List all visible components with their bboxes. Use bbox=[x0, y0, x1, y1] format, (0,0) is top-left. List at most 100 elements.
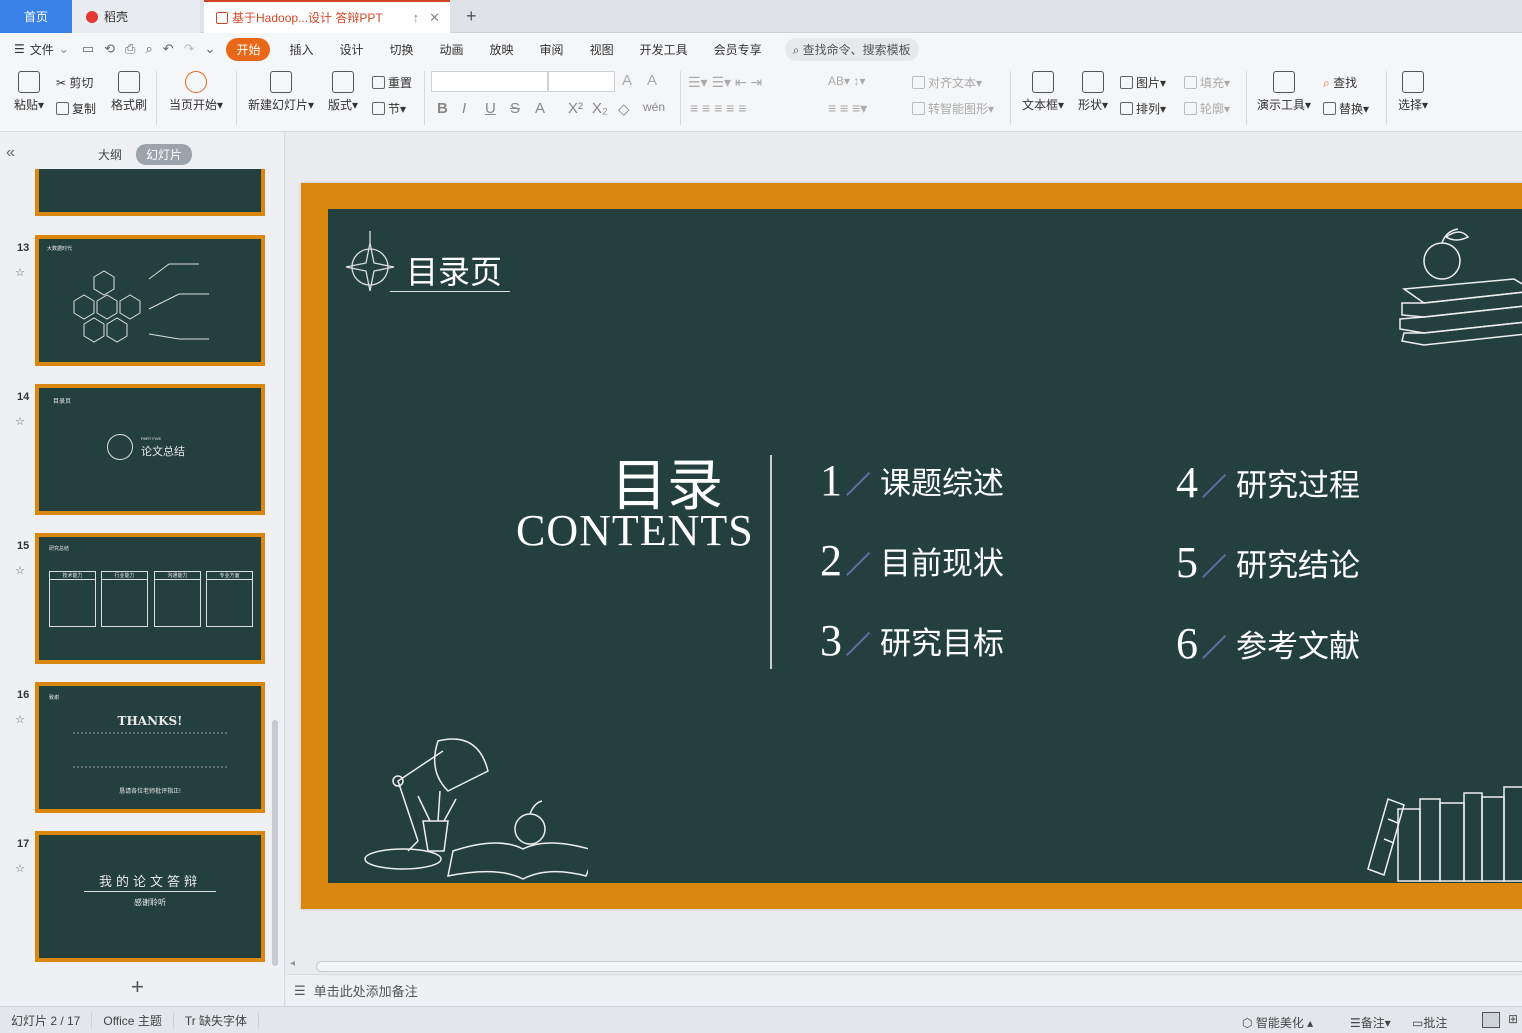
present-tools-button[interactable]: 演示工具▾ bbox=[1255, 71, 1313, 113]
close-icon[interactable]: ✕ bbox=[429, 10, 440, 26]
smart-shape-button[interactable]: 转智能图形▾ bbox=[912, 100, 994, 117]
subscript-icon[interactable]: X₂ bbox=[592, 100, 608, 117]
beautify-button[interactable]: ⬡ 智能美化 ▴ bbox=[1242, 1014, 1313, 1031]
shape-button[interactable]: 形状▾ bbox=[1076, 71, 1110, 113]
slide-thumbnail-12[interactable] bbox=[35, 169, 265, 216]
tab-home[interactable]: 首页 bbox=[0, 0, 72, 33]
pin-icon[interactable]: ↑ bbox=[413, 10, 420, 26]
horizontal-scroll-thumb[interactable] bbox=[316, 961, 1522, 972]
search-icon: ⌕ bbox=[792, 42, 803, 57]
notes-area[interactable]: ☰ 单击此处添加备注 bbox=[286, 974, 1522, 1006]
toc-item[interactable]: 1 课题综述 bbox=[820, 455, 1004, 506]
thumb-column-title: 行业能力 bbox=[102, 572, 147, 580]
thumbnail-board: 大数据时代 bbox=[39, 239, 261, 362]
outline-button[interactable]: 轮廓▾ bbox=[1184, 100, 1230, 117]
font-grow-icon[interactable]: A bbox=[622, 72, 632, 89]
preview-icon[interactable]: ⌕ bbox=[140, 41, 157, 57]
toc-item[interactable]: 4 研究过程 bbox=[1176, 457, 1360, 508]
italic-icon[interactable]: I bbox=[462, 100, 466, 117]
menu-item-view[interactable]: 视图 bbox=[577, 41, 627, 58]
menu-item-transition[interactable]: 切换 bbox=[377, 41, 427, 58]
underline-icon[interactable]: U bbox=[485, 100, 496, 117]
replace-button[interactable]: 替换▾ bbox=[1323, 100, 1369, 117]
add-slide-button[interactable]: + bbox=[131, 974, 144, 1000]
menu-item-animation[interactable]: 动画 bbox=[427, 41, 477, 58]
align-icons[interactable]: ≡ ≡ ≡ ≡ ≡ bbox=[690, 100, 746, 116]
theme-name[interactable]: Office 主题 bbox=[92, 1011, 174, 1029]
reset-button[interactable]: 重置 bbox=[372, 74, 412, 91]
layout-button[interactable]: 版式▾ bbox=[326, 71, 360, 113]
toc-item[interactable]: 6 参考文献 bbox=[1176, 618, 1360, 669]
tab-outline[interactable]: 大纲 bbox=[98, 146, 122, 163]
slide-thumbnail-14[interactable]: 目录页 PART FIVE 论文总结 bbox=[35, 384, 265, 515]
slide[interactable]: 目录页 目录 CONTENTS 1 课题综述 2 目前现状 3 研究目标 4 研… bbox=[301, 183, 1522, 909]
toc-number: 3 bbox=[820, 615, 880, 666]
thumb-column: 沟通能力 bbox=[154, 571, 201, 627]
comments-button[interactable]: ▭批注 bbox=[1412, 1014, 1447, 1031]
paste-button[interactable]: 粘贴▾ bbox=[12, 71, 46, 113]
format-painter-button[interactable]: 格式刷 bbox=[110, 71, 148, 113]
save-icon[interactable]: ▭ bbox=[77, 41, 99, 57]
command-search[interactable]: ⌕ 查找命令、搜索模板 bbox=[784, 37, 919, 61]
eraser-icon[interactable]: ◇ bbox=[618, 100, 630, 118]
share-icon[interactable]: ⟲ bbox=[99, 41, 120, 57]
toc-item[interactable]: 5 研究结论 bbox=[1176, 537, 1360, 588]
menu-item-start[interactable]: 开始 bbox=[226, 37, 271, 61]
tab-slides[interactable]: 幻灯片 bbox=[136, 144, 193, 165]
tab-docer[interactable]: 稻壳 bbox=[72, 0, 200, 33]
redo-icon[interactable]: ↷ bbox=[179, 41, 200, 57]
notes-toggle-icon: ☰ bbox=[1350, 1016, 1361, 1030]
font-family-select[interactable] bbox=[431, 71, 548, 92]
phonetic-icon[interactable]: wén bbox=[643, 100, 665, 114]
slide-thumbnail-13[interactable]: 大数据时代 bbox=[35, 235, 265, 366]
section-button[interactable]: 节▾ bbox=[372, 100, 406, 117]
print-icon[interactable]: ⎙ bbox=[120, 41, 140, 57]
menu-item-insert[interactable]: 插入 bbox=[276, 41, 326, 58]
select-button[interactable]: 选择▾ bbox=[1396, 71, 1430, 113]
toc-item[interactable]: 3 研究目标 bbox=[820, 615, 1004, 666]
bullets-icon[interactable]: ☰▾ ☰▾ ⇤ ⇥ bbox=[688, 74, 762, 91]
customize-icon[interactable]: ⌄ bbox=[200, 41, 221, 57]
play-from-current-button[interactable]: 当页开始▾ bbox=[167, 71, 225, 113]
picture-button[interactable]: 图片▾ bbox=[1120, 74, 1166, 91]
font-shrink-icon[interactable]: A bbox=[647, 72, 657, 89]
menu-item-review[interactable]: 审阅 bbox=[527, 41, 577, 58]
slide-thumbnail-15[interactable]: 研究总结 技术能力 行业能力 沟通能力 专业方面 bbox=[35, 533, 265, 664]
menu-item-developer[interactable]: 开发工具 bbox=[627, 41, 701, 58]
bold-icon[interactable]: B bbox=[437, 100, 448, 117]
file-menu[interactable]: ☰ 文件 ⌄ bbox=[0, 41, 77, 58]
menu-item-design[interactable]: 设计 bbox=[326, 41, 376, 58]
grid-view-icon[interactable]: ⊞ bbox=[1508, 1012, 1518, 1026]
toc-item[interactable]: 2 目前现状 bbox=[820, 535, 1004, 586]
cut-button[interactable]: ✂ 剪切 bbox=[56, 74, 93, 91]
arrange-button[interactable]: 排列▾ bbox=[1120, 100, 1166, 117]
new-tab-button[interactable]: + bbox=[466, 6, 477, 27]
strikethrough-icon[interactable]: S bbox=[510, 100, 520, 117]
superscript-icon[interactable]: X² bbox=[568, 100, 583, 117]
missing-font-button[interactable]: Tr 缺失字体 bbox=[174, 1011, 260, 1029]
undo-icon[interactable]: ↶ bbox=[158, 41, 179, 57]
horizontal-scrollbar[interactable]: ◂ bbox=[286, 958, 1522, 974]
align-text-button[interactable]: 对齐文本▾ bbox=[912, 74, 982, 91]
tab-document[interactable]: 基于Hadoop...设计 答辩PPT ↑ ✕ bbox=[204, 0, 450, 33]
menu-item-slideshow[interactable]: 放映 bbox=[477, 41, 527, 58]
fill-button[interactable]: 填充▾ bbox=[1184, 74, 1230, 91]
text-direction-icon[interactable]: AB▾ ↕▾ bbox=[828, 74, 865, 88]
textbox-button[interactable]: 文本框▾ bbox=[1020, 71, 1066, 113]
find-button[interactable]: ⌕ 查找 bbox=[1323, 74, 1357, 91]
separator bbox=[424, 71, 425, 125]
copy-button[interactable]: 复制 bbox=[56, 100, 96, 117]
collapse-panel-icon[interactable]: « bbox=[6, 144, 15, 162]
thumbnail-scrollbar[interactable] bbox=[272, 720, 278, 966]
notes-toggle-button[interactable]: ☰备注▾ bbox=[1350, 1014, 1391, 1031]
line-spacing-icon[interactable]: ≡ ≡ ≡▾ bbox=[828, 100, 867, 117]
slide-thumbnail-16[interactable]: 致谢 THANKS! 恳请各位老师批评指正! bbox=[35, 682, 265, 813]
normal-view-icon[interactable] bbox=[1482, 1012, 1500, 1028]
menu-item-member[interactable]: 会员专享 bbox=[701, 41, 775, 58]
star-icon: ☆ bbox=[15, 416, 25, 428]
scroll-left-icon[interactable]: ◂ bbox=[290, 958, 295, 969]
new-slide-button[interactable]: 新建幻灯片▾ bbox=[246, 71, 316, 113]
font-size-select[interactable] bbox=[548, 71, 615, 92]
font-color-icon[interactable]: A bbox=[535, 100, 545, 117]
slide-thumbnail-17[interactable]: 我的论文答辩 感谢聆听 bbox=[35, 831, 265, 962]
